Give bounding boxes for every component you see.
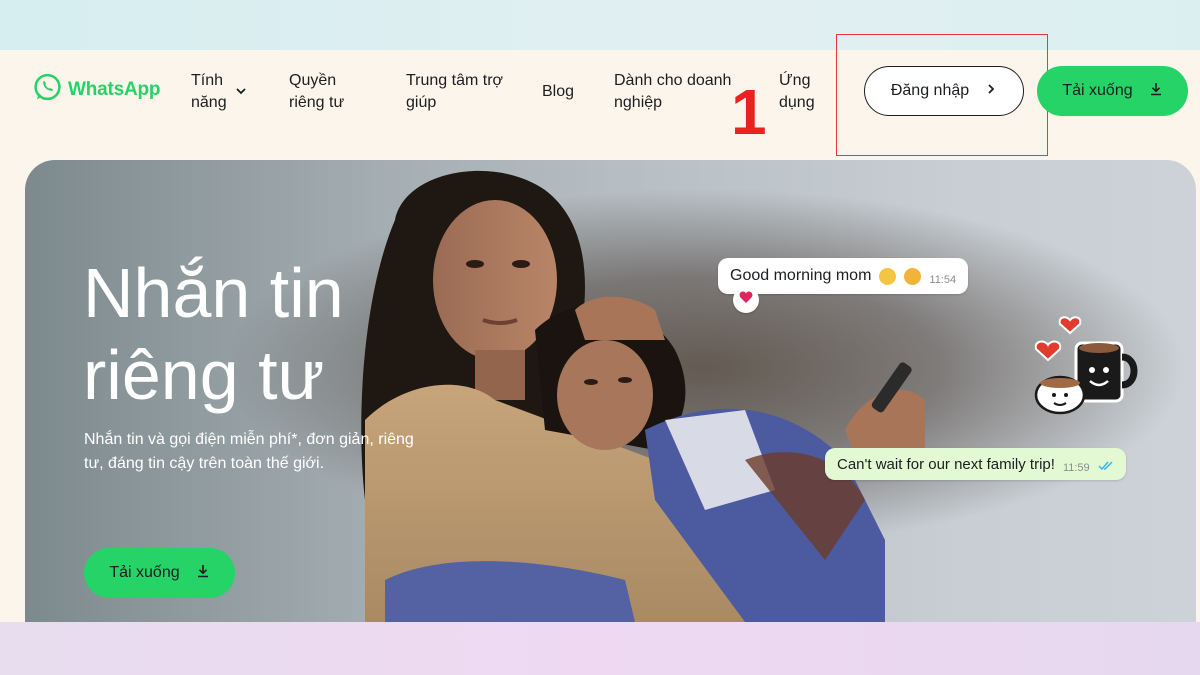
nav-features[interactable]: Tính năng [191,70,251,114]
whatsapp-wordmark: WhatsApp [68,79,161,100]
chat-bubble-incoming: Good morning mom 11:54 [718,258,969,294]
chat-message-text: Good morning mom [730,267,872,284]
whatsapp-logo[interactable]: WhatsApp [32,72,161,108]
download-icon [1149,82,1163,101]
download-icon [196,564,210,583]
hugging-face-emoji-icon [904,267,922,285]
chat-message-text: Can't wait for our next family trip! [837,455,1055,473]
nav-features-label: Tính năng [191,72,227,111]
nav-business[interactable]: Dành cho doanh nghiệp [614,70,744,114]
whatsapp-page: WhatsApp Tính năng Quyền riêng tư Trung … [0,34,1200,622]
double-check-icon [1098,458,1114,476]
hero-subtitle: Nhắn tin và gọi điện miễn phí*, đơn giản… [84,431,414,472]
hero-title: Nhắn tin riêng tư [83,254,344,414]
annotation-highlight-box [836,34,1048,156]
chat-bubble-outgoing: Can't wait for our next family trip! 11:… [825,448,1126,480]
bottom-background-band [0,622,1200,675]
nav-apps[interactable]: Ứng dụng [779,70,824,114]
header-download-button[interactable]: Tải xuống [1037,66,1188,116]
hero-banner: Nhắn tin riêng tư Nhắn tin và gọi điện m… [25,160,1196,622]
whatsapp-logo-icon [32,72,63,108]
heart-icon [739,291,753,309]
annotation-step-number: 1 [731,76,767,148]
nav-help-center[interactable]: Trung tâm trợ giúp [406,70,516,114]
nav-blog[interactable]: Blog [542,81,574,103]
chat-message-time: 11:59 [1062,462,1090,474]
header-download-label: Tải xuống [1062,82,1133,99]
coffee-mug-sticker-icon [1034,316,1138,415]
hero-download-button[interactable]: Tải xuống [84,548,235,598]
nav-privacy[interactable]: Quyền riêng tư [289,70,351,114]
hero-download-label: Tải xuống [109,564,180,581]
chevron-down-icon [235,82,247,95]
heart-reaction [733,287,759,313]
chat-message-time: 11:54 [929,274,957,286]
smiling-face-emoji-icon [879,267,897,285]
